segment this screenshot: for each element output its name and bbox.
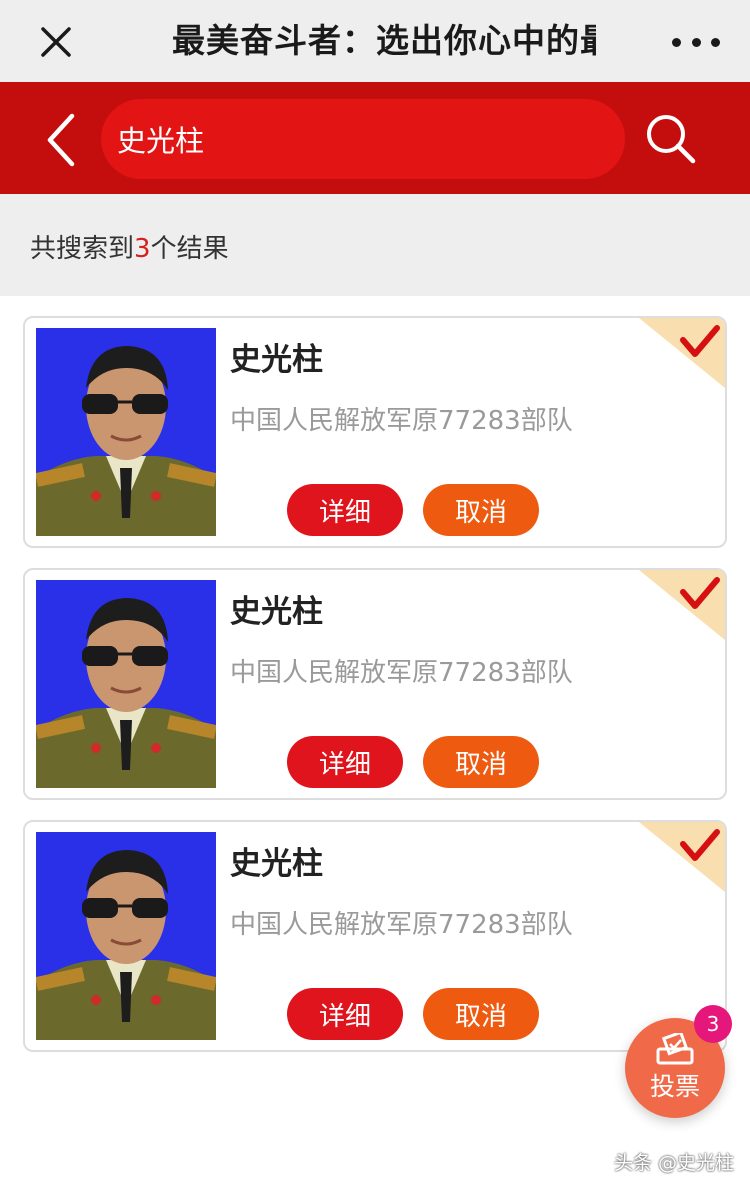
results-summary: 共搜索到3个结果 (0, 194, 750, 296)
more-dots-icon[interactable] (672, 22, 720, 62)
chevron-left-icon[interactable] (40, 112, 84, 168)
candidate-card: 史光柱 中国人民解放军原77283部队 详细 取消 (23, 568, 727, 800)
candidate-photo (36, 580, 216, 788)
selected-check-icon (639, 822, 725, 892)
search-box (101, 99, 625, 179)
candidate-name: 史光柱 (230, 342, 323, 378)
candidate-photo (36, 328, 216, 536)
candidate-card: 史光柱 中国人民解放军原77283部队 详细 取消 (23, 316, 727, 548)
results-prefix: 共搜索到 (30, 234, 135, 264)
ballot-box-icon (656, 1033, 694, 1065)
results-text: 共搜索到3个结果 (30, 228, 229, 265)
detail-button[interactable]: 详细 (287, 988, 403, 1040)
candidate-name: 史光柱 (230, 846, 323, 882)
candidate-unit: 中国人民解放军原77283部队 (230, 658, 573, 688)
candidate-card: 史光柱 中国人民解放军原77283部队 详细 取消 (23, 820, 727, 1052)
cancel-button[interactable]: 取消 (423, 736, 539, 788)
page-title: 最美奋斗者：选出你心中的最 (172, 21, 596, 60)
search-icon[interactable] (644, 112, 698, 166)
watermark: 头条 @史光柱 (614, 1152, 735, 1174)
vote-label: 投票 (649, 1072, 700, 1101)
results-suffix: 个结果 (150, 234, 229, 264)
candidate-photo (36, 832, 216, 1040)
cancel-button[interactable]: 取消 (423, 484, 539, 536)
selected-check-icon (639, 318, 725, 388)
search-input[interactable] (117, 122, 597, 156)
results-count: 3 (134, 234, 151, 264)
candidate-unit: 中国人民解放军原77283部队 (230, 406, 573, 436)
candidate-name: 史光柱 (230, 594, 323, 630)
vote-count-badge: 3 (694, 1005, 732, 1043)
cancel-button[interactable]: 取消 (423, 988, 539, 1040)
selected-check-icon (639, 570, 725, 640)
candidate-unit: 中国人民解放军原77283部队 (230, 910, 573, 940)
detail-button[interactable]: 详细 (287, 736, 403, 788)
app-top-bar: 最美奋斗者：选出你心中的最 (0, 0, 750, 82)
detail-button[interactable]: 详细 (287, 484, 403, 536)
close-icon[interactable] (34, 22, 78, 62)
search-header (0, 82, 750, 194)
